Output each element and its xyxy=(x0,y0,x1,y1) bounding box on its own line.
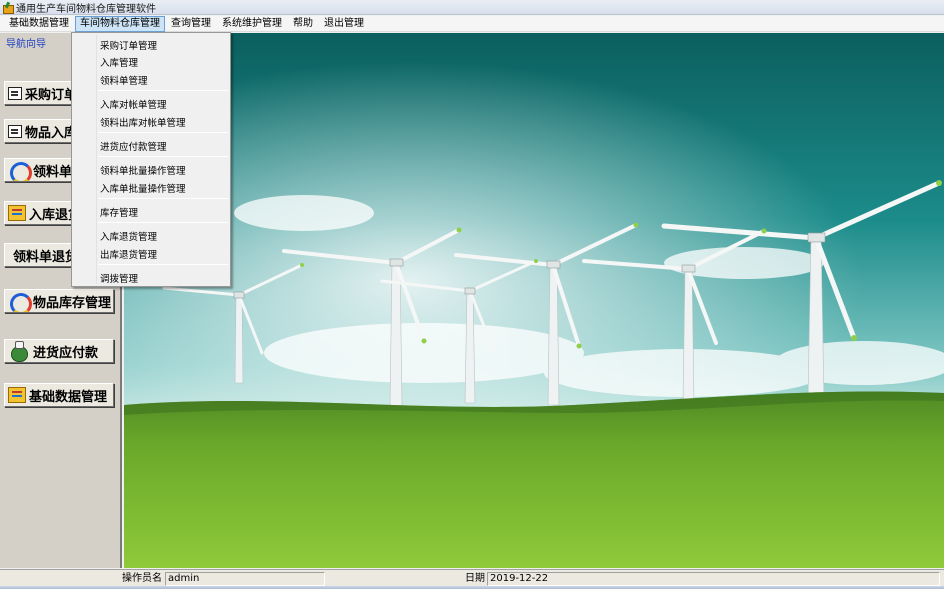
menu-gutter xyxy=(96,35,97,284)
nav-button-label: 领料单退货 xyxy=(13,249,79,265)
title-bar: 通用生产车间物料仓库管理软件 xyxy=(0,0,944,15)
background-image xyxy=(124,33,944,568)
dropdown-item-payables[interactable]: 进货应付款管理 xyxy=(100,139,167,153)
dropdown-item-requisition[interactable]: 领料单管理 xyxy=(100,73,148,87)
cycle-arrows-icon xyxy=(8,160,32,181)
document-icon xyxy=(8,86,22,100)
menu-separator xyxy=(98,198,228,199)
nav-button-payables[interactable]: 进货应付款 xyxy=(4,339,114,363)
menu-system-maintenance[interactable]: 系统维护管理 xyxy=(217,16,287,32)
menu-separator xyxy=(98,156,228,157)
menu-separator xyxy=(98,264,228,265)
dropdown-item-inbound-batch[interactable]: 入库单批量操作管理 xyxy=(100,181,186,195)
dropdown-item-transfer[interactable]: 调拨管理 xyxy=(100,271,138,285)
menu-query[interactable]: 查询管理 xyxy=(166,16,216,32)
menu-help[interactable]: 帮助 xyxy=(288,16,318,32)
nav-button-inventory[interactable]: 物品库存管理 xyxy=(4,289,114,313)
window-title: 通用生产车间物料仓库管理软件 xyxy=(16,3,156,15)
money-bag-icon xyxy=(8,341,30,362)
date-value: 2019-12-22 xyxy=(487,572,940,586)
nav-button-label: 采购订单 xyxy=(25,87,78,103)
app-icon xyxy=(2,2,14,14)
nav-button-label: 物品库存管理 xyxy=(33,295,112,311)
date-label: 日期 xyxy=(465,573,485,584)
status-bar: 操作员名 admin 日期 2019-12-22 xyxy=(0,569,944,589)
folder-icon xyxy=(8,387,26,403)
dropdown-item-purchase-order[interactable]: 采购订单管理 xyxy=(100,38,157,52)
menu-workshop-warehouse[interactable]: 车间物料仓库管理 xyxy=(75,15,165,32)
operator-label: 操作员名 xyxy=(122,573,162,584)
nav-button-basic-data[interactable]: 基础数据管理 xyxy=(4,383,114,407)
menu-separator xyxy=(98,90,228,91)
cycle-arrows-icon xyxy=(8,291,32,312)
menu-basic-data[interactable]: 基础数据管理 xyxy=(4,16,74,32)
workshop-warehouse-dropdown: 采购订单管理 入库管理 领料单管理 入库对帐单管理 领料出库对帐单管理 进货应付… xyxy=(71,32,231,287)
menu-bar: 基础数据管理 车间物料仓库管理 查询管理 系统维护管理 帮助 退出管理 xyxy=(0,15,944,32)
dropdown-item-outbound-return[interactable]: 出库退货管理 xyxy=(100,247,157,261)
dropdown-item-inbound-statement[interactable]: 入库对帐单管理 xyxy=(100,97,167,111)
menu-separator xyxy=(98,132,228,133)
nav-button-label: 基础数据管理 xyxy=(29,389,108,405)
dropdown-item-inbound-return[interactable]: 入库退货管理 xyxy=(100,229,157,243)
operator-value: admin xyxy=(165,572,325,586)
dropdown-item-inbound[interactable]: 入库管理 xyxy=(100,55,138,69)
document-icon xyxy=(8,124,22,138)
nav-button-label: 领料单 xyxy=(33,164,73,180)
dropdown-item-outbound-statement[interactable]: 领料出库对帐单管理 xyxy=(100,115,186,129)
folder-icon xyxy=(8,205,26,221)
dropdown-item-requisition-batch[interactable]: 领料单批量操作管理 xyxy=(100,163,186,177)
menu-separator xyxy=(98,222,228,223)
dropdown-item-inventory[interactable]: 库存管理 xyxy=(100,205,138,219)
nav-panel-title: 导航向导 xyxy=(6,39,46,50)
nav-button-label: 进货应付款 xyxy=(33,345,99,361)
menu-exit[interactable]: 退出管理 xyxy=(319,16,369,32)
nav-button-label: 物品入库 xyxy=(25,125,78,141)
